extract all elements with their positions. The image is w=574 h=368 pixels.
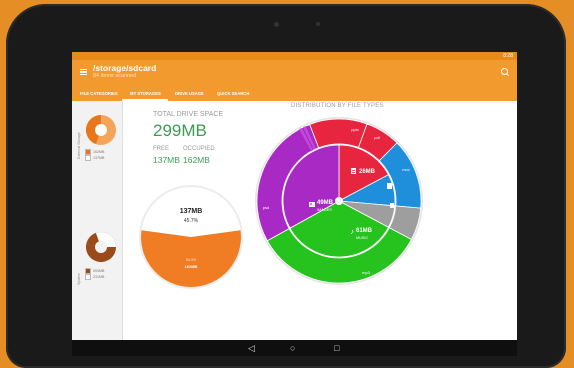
legend-text: 593MB	[93, 269, 105, 273]
legend-row: 231MB	[85, 274, 104, 280]
drive-used-text: 162MB	[185, 264, 198, 269]
system-nav-bar: ◁ ○ □	[72, 340, 517, 356]
status-time: 8:28	[503, 53, 513, 59]
distribution-title: DISTRIBUTION BY FILE TYPES	[291, 103, 384, 109]
main-content: TOTAL DRIVE SPACE 299MB FREE OCCUPIED 13…	[123, 101, 517, 344]
drive-free-text: 137MB	[180, 208, 203, 215]
search-icon[interactable]	[501, 68, 508, 75]
tab-file-categories[interactable]: FILE CATEGORIES	[80, 91, 118, 96]
legend-row: 137MB	[85, 155, 104, 161]
page-title: /storage/sdcard	[93, 63, 157, 73]
drive-usage-pie[interactable]: 137MB 45.7% 54.3% 162MB	[135, 181, 247, 293]
tab-quick-search[interactable]: QUICK SEARCH	[217, 91, 249, 96]
total-space-value: 299MB	[153, 121, 207, 140]
system-storage-label: System	[77, 273, 81, 285]
distribution-sunburst[interactable]: pptx pdf mov mp3 psd 26MB 49MB IMAGES ♪ …	[254, 111, 424, 291]
outer-label-mp3: mp3	[362, 270, 371, 275]
segment-label-music: MUSIC	[356, 236, 368, 240]
video-icon	[387, 183, 392, 189]
app-screen: 8:28 /storage/sdcard 84 items scanned FI…	[72, 52, 517, 356]
image-icon	[309, 202, 315, 207]
total-space-label: TOTAL DRIVE SPACE	[153, 111, 224, 118]
drive-free-percent: 45.7%	[184, 218, 199, 224]
segment-value-images: 49MB	[317, 200, 334, 206]
app-bar: /storage/sdcard 84 items scanned	[72, 60, 517, 87]
legend-text: 137MB	[93, 156, 105, 160]
tab-my-storages[interactable]: MY STORAGES	[130, 91, 161, 96]
document-icon	[351, 168, 356, 174]
tab-drive-usage[interactable]: DRIVE USAGE	[175, 91, 204, 96]
page-subtitle: 84 items scanned	[93, 73, 137, 79]
free-label: FREE	[153, 146, 170, 152]
external-storage-label: External Storage	[77, 132, 81, 159]
back-button[interactable]: ◁	[248, 340, 255, 356]
legend-text: 162MB	[93, 150, 105, 154]
segment-value-docs: 26MB	[359, 169, 376, 175]
music-icon: ♪	[350, 227, 354, 236]
outer-label-pptx: pptx	[351, 127, 359, 132]
outer-label-mov: mov	[402, 167, 410, 172]
storage-sidebar: External Storage 162MB 137MB System 593M…	[72, 101, 123, 344]
camera-sensor	[274, 22, 279, 27]
occupied-value: 162MB	[183, 155, 210, 165]
outer-label-psd: psd	[263, 205, 269, 210]
segment-value-music: 61MB	[356, 228, 373, 234]
external-storage-donut	[86, 115, 116, 145]
free-value: 137MB	[153, 155, 180, 165]
outer-segment[interactable]	[309, 118, 368, 149]
segment-label-images: IMAGES	[317, 208, 332, 212]
legend-swatch	[85, 274, 91, 280]
legend-text: 231MB	[93, 275, 105, 279]
recents-button[interactable]: □	[334, 340, 339, 356]
status-bar: 8:28	[72, 52, 517, 60]
system-storage-donut	[85, 231, 117, 263]
home-button[interactable]: ○	[290, 340, 295, 356]
file-icon	[390, 203, 394, 208]
drive-used-percent: 54.3%	[186, 258, 197, 262]
legend-swatch	[85, 155, 91, 161]
outer-label-pdf: pdf	[374, 135, 380, 140]
light-sensor	[316, 22, 320, 26]
menu-icon[interactable]	[80, 69, 87, 76]
occupied-label: OCCUPIED	[183, 146, 215, 152]
tab-bar: FILE CATEGORIES MY STORAGES DRIVE USAGE …	[72, 87, 517, 101]
